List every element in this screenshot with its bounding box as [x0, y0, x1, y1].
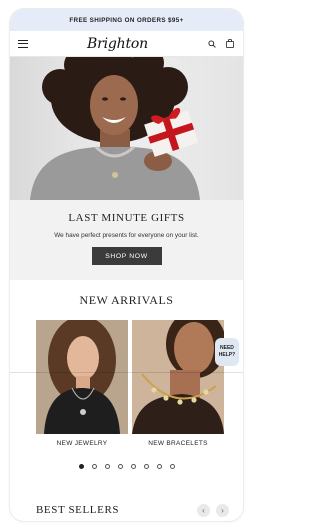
site-header: Brighton — [10, 31, 243, 57]
hero-banner-image[interactable] — [10, 57, 243, 200]
phone-frame: FREE SHIPPING ON ORDERS $95+ Brighton LA… — [10, 9, 243, 521]
hamburger-menu-icon[interactable] — [18, 39, 28, 48]
need-help-button[interactable]: NEED HELP? — [215, 338, 239, 366]
brand-logo[interactable]: Brighton — [87, 36, 148, 52]
promo-text: FREE SHIPPING ON ORDERS $95+ — [69, 16, 184, 24]
new-jewelry-label[interactable]: NEW JEWELRY — [36, 440, 128, 447]
carousel-divider — [10, 372, 243, 373]
carousel-dot[interactable] — [156, 464, 162, 469]
need-help-line2: HELP? — [218, 352, 236, 358]
best-sellers-arrows: ‹ › — [197, 503, 229, 517]
carousel-dot[interactable] — [91, 464, 97, 469]
new-arrivals-carousel[interactable]: NEW JEWELRY NEW BRACELETS NEED HELP? — [10, 320, 243, 452]
gift-promo-subtitle: We have perfect presents for everyone on… — [54, 232, 199, 239]
chevron-right-icon[interactable]: › — [216, 503, 229, 517]
shopping-bag-icon[interactable] — [225, 39, 235, 49]
new-jewelry-image[interactable] — [36, 320, 128, 434]
new-bracelets-card[interactable]: NEW BRACELETS — [132, 320, 224, 447]
best-sellers-heading: BEST SELLERS — [36, 504, 120, 516]
carousel-dot[interactable] — [78, 464, 84, 469]
chevron-left-icon[interactable]: ‹ — [197, 503, 210, 517]
new-bracelets-image[interactable] — [132, 320, 224, 434]
carousel-dot[interactable] — [117, 464, 123, 469]
new-jewelry-card[interactable]: NEW JEWELRY — [36, 320, 128, 447]
gift-promo-panel: LAST MINUTE GIFTS We have perfect presen… — [10, 200, 243, 280]
carousel-dot[interactable] — [143, 464, 149, 469]
search-icon[interactable] — [207, 39, 217, 49]
carousel-dot[interactable] — [104, 464, 110, 469]
carousel-dot[interactable] — [130, 464, 136, 469]
gift-promo-title: LAST MINUTE GIFTS — [68, 212, 185, 224]
best-sellers-header: BEST SELLERS ‹ › — [10, 499, 243, 521]
new-bracelets-label[interactable]: NEW BRACELETS — [132, 440, 224, 447]
need-help-line1: NEED — [220, 345, 234, 351]
new-arrivals-heading: NEW ARRIVALS — [79, 293, 174, 307]
header-icons — [207, 39, 235, 49]
promo-bar[interactable]: FREE SHIPPING ON ORDERS $95+ — [10, 9, 243, 31]
carousel-dot[interactable] — [169, 464, 175, 469]
carousel-dots — [10, 464, 243, 469]
shop-now-button[interactable]: SHOP NOW — [91, 247, 162, 265]
